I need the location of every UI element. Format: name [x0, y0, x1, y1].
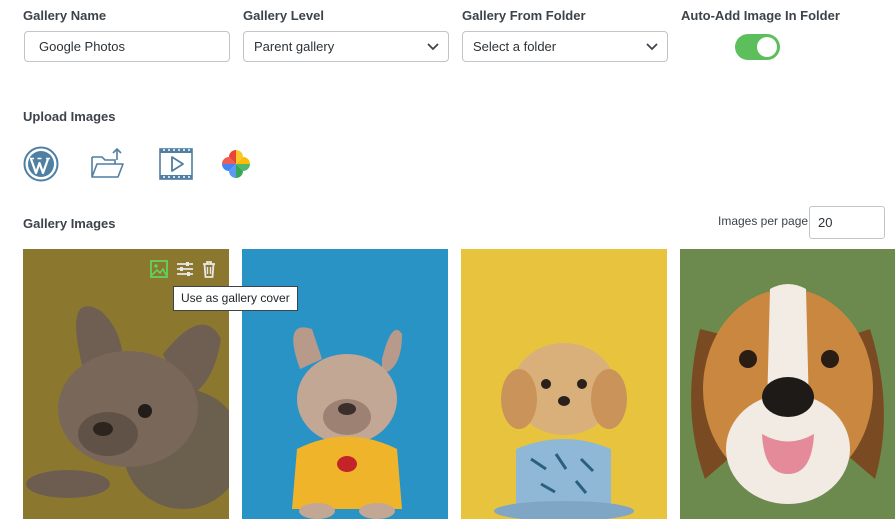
- gallery-images-title: Gallery Images: [23, 216, 116, 231]
- video-icon[interactable]: [158, 146, 194, 182]
- gallery-image-3[interactable]: [461, 249, 667, 519]
- trash-icon[interactable]: [199, 259, 219, 279]
- gallery-level-value: Parent gallery: [254, 39, 335, 54]
- gallery-level-select[interactable]: Parent gallery: [243, 31, 449, 62]
- auto-add-label: Auto-Add Image In Folder: [681, 8, 840, 23]
- gallery-name-input[interactable]: Google Photos: [24, 31, 230, 62]
- cover-tooltip: Use as gallery cover: [173, 286, 298, 311]
- folder-upload-icon[interactable]: [90, 146, 126, 182]
- gallery-image-4[interactable]: [680, 249, 895, 519]
- gallery-from-folder-value: Select a folder: [473, 39, 557, 54]
- gallery-name-label: Gallery Name: [23, 8, 107, 23]
- shih-poo-photo: [461, 249, 667, 519]
- wordpress-icon[interactable]: [23, 146, 59, 182]
- upload-images-title: Upload Images: [23, 109, 116, 124]
- images-per-page-label: Images per page: [718, 214, 809, 228]
- adjust-icon[interactable]: [175, 259, 195, 279]
- chevron-down-icon: [646, 43, 658, 51]
- chevron-down-icon: [427, 43, 439, 51]
- google-photos-icon[interactable]: [218, 146, 254, 182]
- images-per-page-input[interactable]: 20: [809, 206, 885, 239]
- beagle-photo: [680, 249, 895, 519]
- gallery-from-folder-label: Gallery From Folder: [462, 8, 586, 23]
- toggle-knob: [757, 37, 777, 57]
- gallery-from-folder-select[interactable]: Select a folder: [462, 31, 668, 62]
- set-cover-icon[interactable]: [149, 259, 169, 279]
- auto-add-toggle[interactable]: [735, 34, 780, 60]
- gallery-level-label: Gallery Level: [243, 8, 324, 23]
